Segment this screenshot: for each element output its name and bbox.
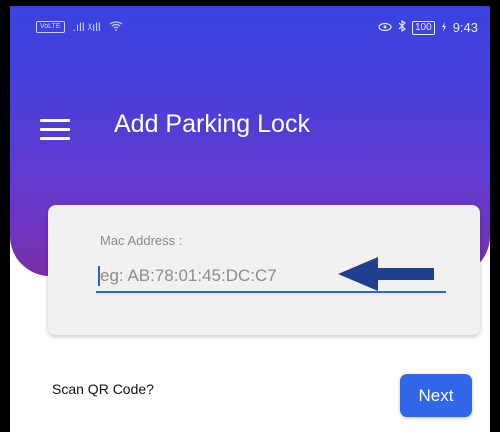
battery-level: 100 xyxy=(412,20,435,35)
eye-icon xyxy=(378,21,392,35)
mac-address-label: Mac Address : xyxy=(100,233,183,248)
next-button[interactable]: Next xyxy=(400,374,472,417)
hamburger-menu-icon[interactable] xyxy=(40,119,70,141)
status-left: VoLTE .ıll ᵡıll xyxy=(36,20,123,34)
volte-badge: VoLTE xyxy=(36,21,65,33)
charging-icon xyxy=(441,21,447,35)
page-title: Add Parking Lock xyxy=(114,110,310,138)
bluetooth-icon xyxy=(398,19,406,35)
mac-address-card: Mac Address : xyxy=(48,205,480,335)
left-arrow-icon xyxy=(338,257,434,291)
wifi-icon xyxy=(109,20,123,34)
status-bar: VoLTE .ıll ᵡıll 100 9:43 xyxy=(10,6,490,46)
status-right: 100 9:43 xyxy=(378,19,478,35)
clock: 9:43 xyxy=(452,20,478,35)
scan-qr-link[interactable]: Scan QR Code? xyxy=(52,381,154,397)
signal-icon: .ıll ᵡıll xyxy=(72,20,101,34)
input-underline xyxy=(96,291,446,293)
app-toolbar: Add Parking Lock xyxy=(10,101,490,151)
phone-screen: VoLTE .ıll ᵡıll 100 9:43 Add Parking Loc… xyxy=(0,0,500,432)
text-cursor xyxy=(98,266,100,286)
